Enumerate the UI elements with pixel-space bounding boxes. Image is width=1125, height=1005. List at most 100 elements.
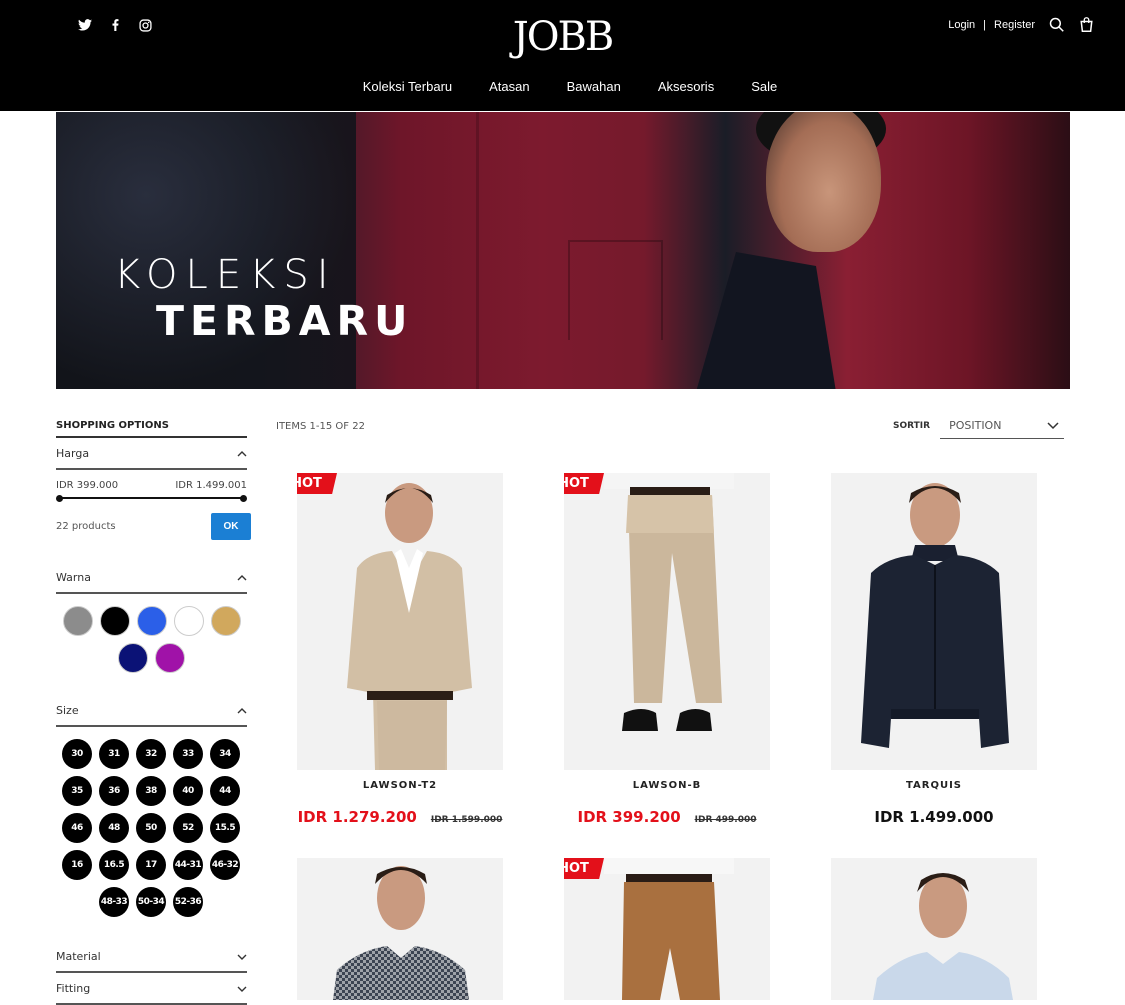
hero-title-line1: KOLEKSI	[114, 252, 337, 298]
size-option[interactable]: 34	[210, 739, 240, 769]
size-option[interactable]: 16	[62, 850, 92, 880]
register-link[interactable]: Register	[994, 19, 1035, 31]
price-slider-min-handle[interactable]	[56, 495, 63, 502]
size-option[interactable]: 46	[62, 813, 92, 843]
product-photo-suit	[347, 483, 472, 770]
size-option[interactable]: 44-31	[173, 850, 203, 880]
nav-sale[interactable]: Sale	[751, 79, 777, 94]
price-ok-button[interactable]: OK	[211, 513, 251, 540]
nav-aksesoris[interactable]: Aksesoris	[658, 79, 714, 94]
sort-value: POSITION	[949, 419, 1002, 432]
color-swatch[interactable]	[136, 606, 167, 636]
size-option[interactable]: 48	[99, 813, 129, 843]
nav-bawahan[interactable]: Bawahan	[567, 79, 621, 94]
main-nav: Koleksi Terbaru Atasan Bawahan Aksesoris…	[0, 79, 1125, 94]
price-slider-max-handle[interactable]	[240, 495, 247, 502]
product-count: 22 products	[56, 521, 116, 532]
cart-icon[interactable]	[1079, 17, 1095, 33]
product-photo-brown-chinos	[604, 858, 734, 1000]
size-option[interactable]: 48-33	[99, 887, 129, 917]
chevron-up-icon	[237, 450, 247, 456]
size-option[interactable]: 35	[62, 776, 92, 806]
color-swatch[interactable]	[99, 606, 130, 636]
product-card[interactable]	[810, 858, 1037, 1000]
product-image[interactable]: HOT	[297, 473, 503, 770]
size-option[interactable]: 44	[210, 776, 240, 806]
sort-label: SORTIR	[893, 421, 931, 431]
size-option[interactable]: 16.5	[99, 850, 129, 880]
color-swatch[interactable]	[210, 606, 241, 636]
filter-material-header[interactable]: Material	[56, 941, 247, 973]
product-card[interactable]: HOT	[543, 858, 770, 1000]
hero-jacket-shape	[56, 112, 356, 389]
price-min: IDR 399.000	[56, 480, 119, 491]
login-link[interactable]: Login	[948, 19, 975, 31]
product-image[interactable]: HOT	[564, 858, 770, 1000]
product-old-price: IDR 499.000	[694, 815, 757, 825]
size-option[interactable]: 50-34	[136, 887, 166, 917]
hero-banner[interactable]: KOLEKSI TERBARU	[56, 112, 1070, 389]
color-swatch[interactable]	[62, 606, 93, 636]
color-swatch[interactable]	[173, 606, 204, 636]
product-card[interactable]	[276, 858, 503, 1000]
size-option[interactable]: 50	[136, 813, 166, 843]
filter-price-header[interactable]: Harga	[56, 438, 247, 470]
account-separator: |	[983, 19, 987, 31]
sort-select[interactable]: POSITION	[940, 413, 1065, 439]
hero-shirt-pocket	[568, 240, 663, 340]
size-option[interactable]: 30	[62, 739, 92, 769]
product-price: IDR 1.499.000	[874, 808, 994, 826]
product-photo-jacket	[861, 483, 1009, 748]
nav-atasan[interactable]: Atasan	[489, 79, 529, 94]
hero-model-jacket	[696, 252, 836, 389]
color-swatch[interactable]	[155, 643, 185, 673]
product-prices: IDR 399.200 IDR 499.000	[543, 808, 770, 826]
product-name[interactable]: LAWSON-T2	[276, 780, 503, 791]
shopping-options-title: SHOPPING OPTIONS	[56, 420, 247, 438]
chevron-down-icon	[237, 986, 247, 992]
filter-color-label: Warna	[56, 571, 91, 584]
product-image[interactable]: HOT	[564, 473, 770, 770]
size-option[interactable]: 52	[173, 813, 203, 843]
price-slider[interactable]	[56, 495, 247, 502]
filter-size-header[interactable]: Size	[56, 695, 247, 727]
nav-koleksi-terbaru[interactable]: Koleksi Terbaru	[363, 79, 452, 94]
filter-price: Harga IDR 399.000 IDR 1.499.001 22 produ…	[56, 438, 251, 540]
size-option[interactable]: 40	[173, 776, 203, 806]
size-option[interactable]: 33	[173, 739, 203, 769]
chevron-down-icon	[237, 954, 247, 960]
product-image[interactable]	[297, 858, 503, 1000]
filter-fitting-header[interactable]: Fitting	[56, 973, 247, 1005]
size-option[interactable]: 52-36	[173, 887, 203, 917]
size-option[interactable]: 36	[99, 776, 129, 806]
color-swatch[interactable]	[118, 643, 148, 673]
sort-control: SORTIR POSITION	[893, 413, 1065, 439]
size-option[interactable]: 17	[136, 850, 166, 880]
filter-fitting-label: Fitting	[56, 982, 91, 995]
size-option[interactable]: 32	[136, 739, 166, 769]
size-options: 30 31 32 33 34 35 36 38 40 44 46 48 50 52 15.5 16 16.5 17…	[61, 739, 241, 917]
product-image[interactable]	[831, 473, 1037, 770]
product-card[interactable]: TARQUIS IDR 1.499.000	[810, 473, 1037, 826]
filter-fitting: Fitting	[56, 973, 247, 1005]
product-price: IDR 1.279.200	[297, 808, 417, 826]
product-price: IDR 399.200	[577, 808, 681, 826]
product-image[interactable]	[831, 858, 1037, 1000]
size-option[interactable]: 38	[136, 776, 166, 806]
product-card[interactable]: HOT LAWSON-T2 IDR 1.279.200 IDR 1.599.00…	[276, 473, 503, 826]
size-option[interactable]: 31	[99, 739, 129, 769]
price-range-labels: IDR 399.000 IDR 1.499.001	[56, 480, 247, 491]
product-name[interactable]: TARQUIS	[810, 780, 1037, 791]
color-swatches	[56, 606, 247, 673]
chevron-down-icon	[1047, 421, 1059, 429]
product-name[interactable]: LAWSON-B	[543, 780, 770, 791]
filter-size: Size 30 31 32 33 34 35 36 38 40 44 46 48 50 52 15.5 16 1…	[56, 695, 247, 917]
search-icon[interactable]	[1049, 17, 1065, 33]
size-option[interactable]: 46-32	[210, 850, 240, 880]
product-prices: IDR 1.279.200 IDR 1.599.000	[276, 808, 503, 826]
filter-color-header[interactable]: Warna	[56, 562, 247, 594]
filter-color: Warna	[56, 562, 247, 673]
hero-title-line2: TERBARU	[156, 297, 414, 345]
product-card[interactable]: HOT LAWSON-B IDR 399.200 IDR 499.000	[543, 473, 770, 826]
size-option[interactable]: 15.5	[210, 813, 240, 843]
